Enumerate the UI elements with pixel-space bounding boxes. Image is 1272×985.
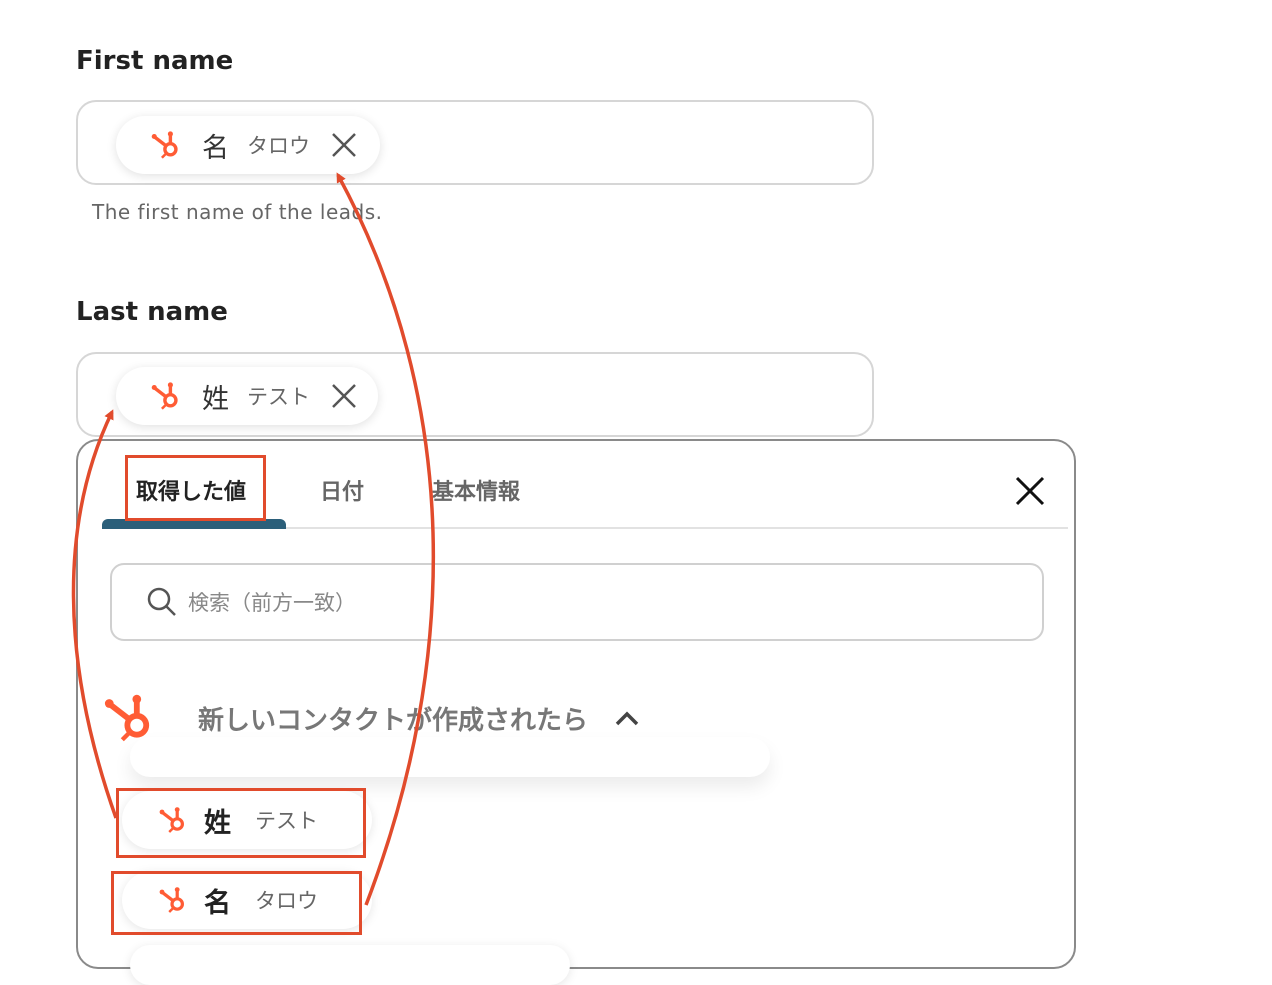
hubspot-icon — [104, 694, 150, 742]
annotation-box-first-name — [111, 871, 362, 935]
search-icon — [147, 587, 176, 616]
chip-name: 姓 — [202, 383, 229, 415]
chip-value: タロウ — [247, 134, 310, 158]
trigger-group-header[interactable]: 新しいコンタクトが作成されたら — [102, 689, 640, 747]
first-name-label: First name — [76, 46, 234, 76]
first-name-help: The first name of the leads. — [92, 200, 383, 224]
first-name-field[interactable]: 名 タロウ — [76, 100, 874, 185]
last-name-chip[interactable]: 姓 テスト — [116, 367, 378, 425]
search-input[interactable]: 検索（前方一致） — [110, 563, 1044, 641]
chevron-up-icon[interactable] — [614, 709, 640, 727]
tab-date[interactable]: 日付 — [320, 474, 364, 506]
hubspot-icon — [151, 382, 178, 410]
list-item-partial[interactable] — [130, 945, 570, 985]
hubspot-icon — [151, 131, 178, 159]
remove-chip-icon[interactable] — [330, 131, 358, 159]
tab-basic-info[interactable]: 基本情報 — [432, 474, 520, 506]
annotation-box-tab — [125, 455, 266, 521]
remove-chip-icon[interactable] — [330, 382, 358, 410]
close-icon[interactable] — [1014, 475, 1046, 507]
first-name-chip[interactable]: 名 タロウ — [116, 116, 380, 174]
chip-value: テスト — [247, 385, 310, 409]
chip-name: 名 — [202, 132, 229, 164]
search-placeholder: 検索（前方一致） — [188, 591, 356, 615]
group-title: 新しいコンタクトが作成されたら — [198, 705, 589, 736]
annotation-box-last-name — [116, 788, 366, 858]
last-name-label: Last name — [76, 297, 228, 327]
last-name-field[interactable]: 姓 テスト — [76, 352, 874, 437]
